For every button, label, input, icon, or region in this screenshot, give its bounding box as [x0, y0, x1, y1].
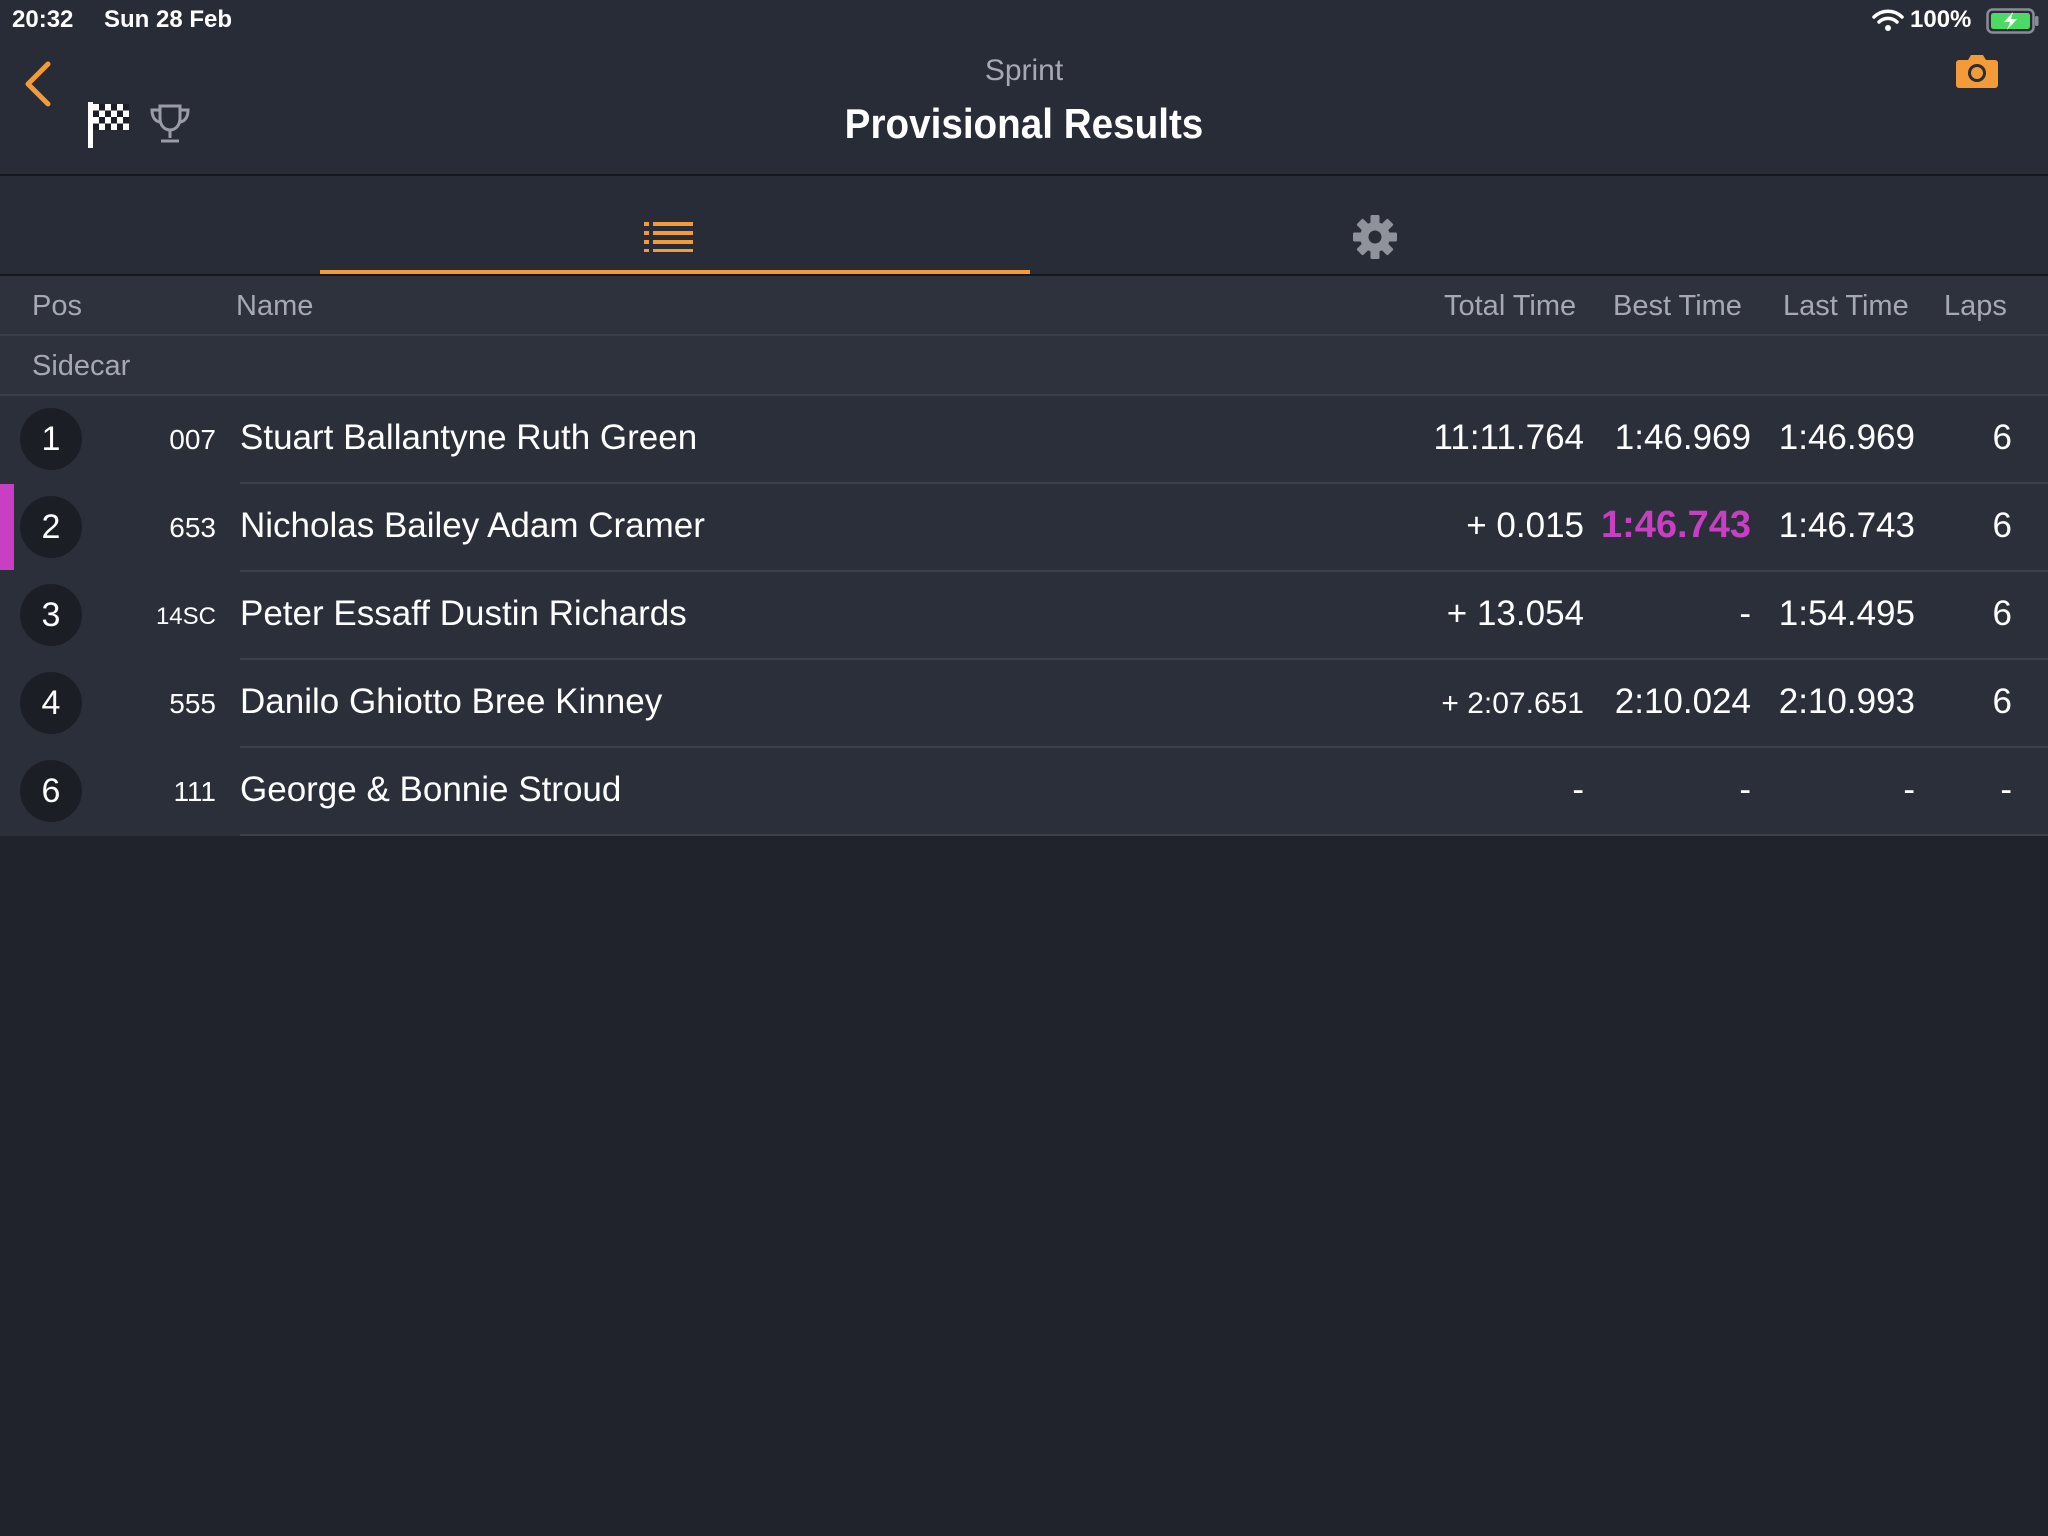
total-time: 11:11.764: [1433, 418, 1584, 457]
col-total-time[interactable]: Total Time: [1444, 290, 1576, 323]
last-time: 1:46.743: [1778, 506, 1915, 545]
total-time: + 0.015: [1466, 506, 1584, 545]
table-row[interactable]: 1 007 Stuart Ballantyne Ruth Green 11:11…: [0, 396, 2048, 484]
tab-results-list[interactable]: [320, 176, 1030, 274]
table-row[interactable]: 6 111 George & Bonnie Stroud - - - -: [0, 748, 2048, 836]
gear-icon: [1352, 214, 1398, 265]
best-time: 2:10.024: [1614, 682, 1751, 721]
table-row[interactable]: 3 14SC Peter Essaff Dustin Richards + 13…: [0, 572, 2048, 660]
col-laps[interactable]: Laps: [1944, 290, 2007, 323]
competitor-name: Danilo Ghiotto Bree Kinney: [240, 682, 663, 721]
competitor-name: Stuart Ballantyne Ruth Green: [240, 418, 698, 457]
col-name[interactable]: Name: [236, 290, 313, 323]
last-time: -: [1903, 770, 1915, 809]
status-time: 20:32: [12, 6, 74, 33]
tab-bar: [0, 176, 2048, 276]
laps: -: [2000, 770, 2012, 809]
list-icon: [644, 220, 694, 257]
last-time: 1:46.969: [1778, 418, 1915, 457]
table-header: Pos Name Total Time Best Time Last Time …: [0, 276, 2048, 336]
laps: 6: [1992, 682, 2012, 721]
battery-charging-icon: [1986, 8, 2040, 41]
best-time: 1:46.969: [1614, 418, 1751, 457]
col-pos[interactable]: Pos: [32, 290, 82, 323]
competitor-name: George & Bonnie Stroud: [240, 770, 622, 809]
class-section-header: Sidecar: [0, 336, 2048, 396]
fastest-lap-indicator: [0, 484, 14, 570]
last-time: 1:54.495: [1778, 594, 1915, 633]
race-number: 14SC: [155, 603, 216, 630]
race-number: 653: [169, 512, 216, 543]
position-badge: 2: [20, 496, 82, 558]
race-number: 555: [169, 688, 216, 719]
laps: 6: [1992, 594, 2012, 633]
session-subtitle: Sprint: [984, 54, 1064, 87]
laps: 6: [1992, 506, 2012, 545]
best-time: -: [1739, 594, 1751, 633]
col-last-time[interactable]: Last Time: [1783, 290, 1909, 323]
competitor-name: Peter Essaff Dustin Richards: [240, 594, 687, 633]
laps: 6: [1992, 418, 2012, 457]
active-tab-indicator: [320, 270, 1030, 274]
col-best-time[interactable]: Best Time: [1613, 290, 1742, 323]
table-row[interactable]: 2 653 Nicholas Bailey Adam Cramer + 0.01…: [0, 484, 2048, 572]
tab-settings[interactable]: [1040, 176, 1710, 274]
position-badge: 4: [20, 672, 82, 734]
status-date: Sun 28 Feb: [104, 6, 233, 33]
wifi-icon: [1872, 8, 1904, 39]
page-title: Provisional Results: [844, 100, 1204, 147]
table-row[interactable]: 4 555 Danilo Ghiotto Bree Kinney + 2:07.…: [0, 660, 2048, 748]
total-time: + 2:07.651: [1441, 687, 1584, 720]
total-time: + 13.054: [1446, 594, 1584, 633]
status-bar: 20:32 Sun 28 Feb 100%: [0, 0, 2048, 40]
position-badge: 1: [20, 408, 82, 470]
camera-button[interactable]: [1955, 52, 1999, 95]
last-time: 2:10.993: [1778, 682, 1915, 721]
position-badge: 6: [20, 760, 82, 822]
race-number: 007: [169, 424, 216, 455]
position-badge: 3: [20, 584, 82, 646]
class-label: Sidecar: [32, 350, 131, 382]
total-time: -: [1572, 770, 1584, 809]
results-list: 1 007 Stuart Ballantyne Ruth Green 11:11…: [0, 396, 2048, 836]
race-number: 111: [173, 776, 216, 807]
camera-icon: [1956, 55, 1998, 88]
best-time: -: [1739, 770, 1751, 809]
competitor-name: Nicholas Bailey Adam Cramer: [240, 506, 705, 545]
battery-percent: 100%: [1910, 6, 1972, 33]
best-time: 1:46.743: [1600, 504, 1751, 546]
